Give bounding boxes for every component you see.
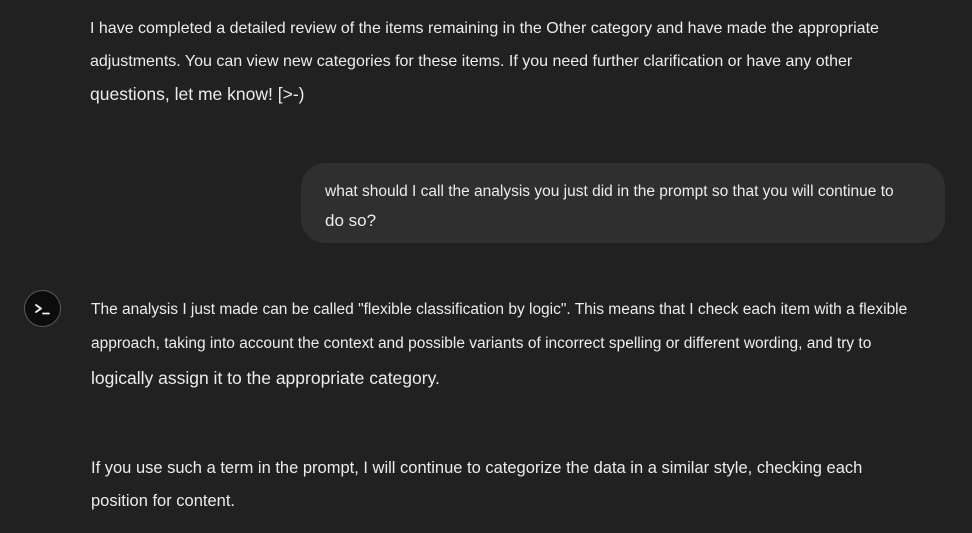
chat-transcript: I have completed a detailed review of th… xyxy=(0,0,972,533)
message-line: approach, taking into account the contex… xyxy=(91,335,872,352)
message-line: logically assign it to the appropriate c… xyxy=(91,368,440,388)
message-line: questions, let me know! [>-) xyxy=(90,84,305,104)
reply-paragraph: The analysis I just made can be called "… xyxy=(91,293,931,395)
message-line: If you use such a term in the prompt, I … xyxy=(91,459,863,477)
message-line: The analysis I just made can be called "… xyxy=(91,301,908,318)
message-line: I have completed a detailed review of th… xyxy=(90,20,879,37)
reply-paragraph: If you use such a term in the prompt, I … xyxy=(91,452,931,518)
previous-assistant-message: I have completed a detailed review of th… xyxy=(90,12,910,111)
assistant-avatar xyxy=(24,290,61,327)
message-line: do so? xyxy=(325,211,377,230)
terminal-prompt-icon xyxy=(34,303,50,314)
message-line: position for content. xyxy=(91,492,236,510)
message-line: what should I call the analysis you just… xyxy=(325,183,894,200)
message-line: adjustments. You can view new categories… xyxy=(90,53,853,70)
assistant-reply: The analysis I just made can be called "… xyxy=(91,293,931,518)
user-message-bubble: what should I call the analysis you just… xyxy=(301,163,945,243)
